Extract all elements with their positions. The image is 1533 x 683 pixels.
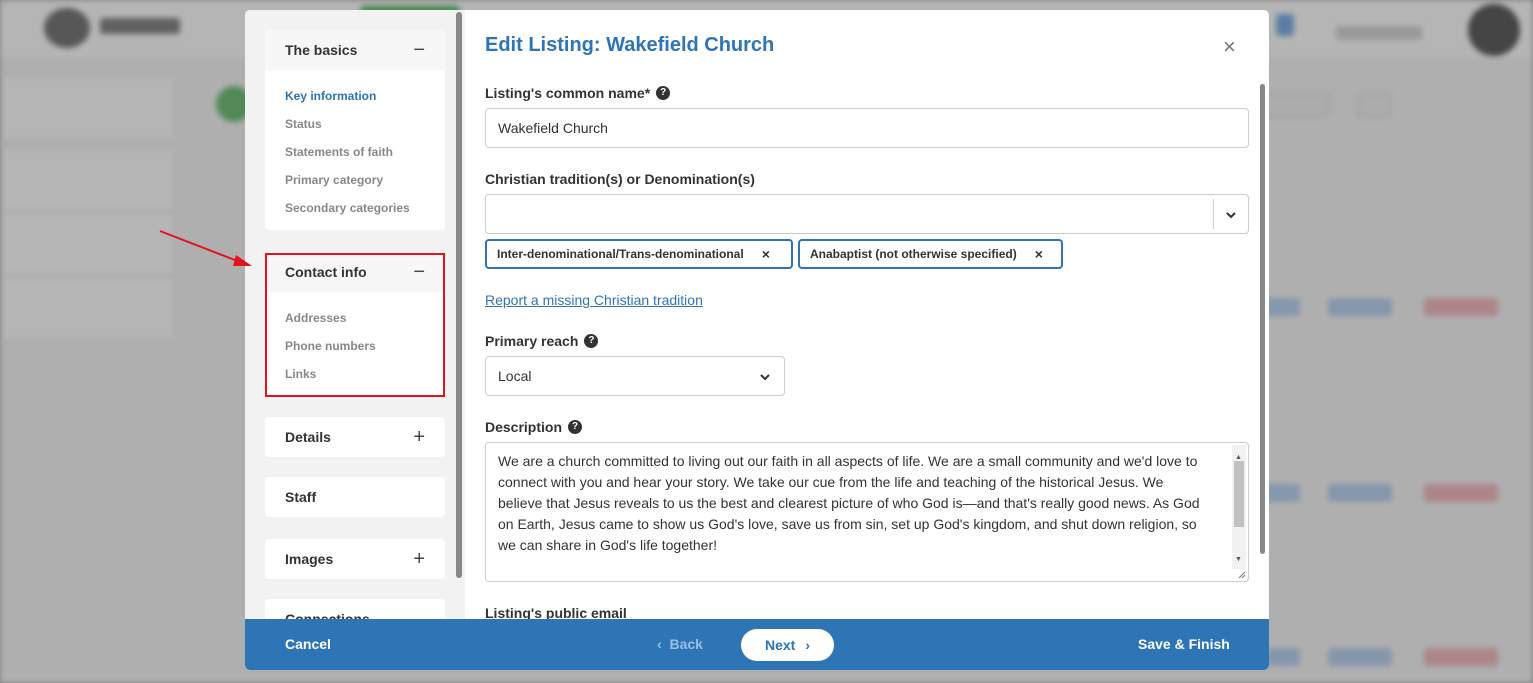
resize-handle-icon[interactable] [1236, 569, 1246, 579]
help-icon[interactable]: ? [656, 86, 671, 100]
sidebar-item-secondary-categories[interactable]: Secondary categories [285, 194, 425, 222]
sidebar-item-phone-numbers[interactable]: Phone numbers [285, 332, 425, 360]
sidebar-section-details-header[interactable]: Details + [265, 417, 445, 457]
description-label-text: Description [485, 419, 563, 435]
cancel-button[interactable]: Cancel [285, 636, 331, 652]
modal-title: Edit Listing: Wakefield Church [485, 34, 775, 56]
sidebar-item-addresses[interactable]: Addresses [285, 304, 425, 332]
sidebar-section-label: The basics [285, 42, 358, 58]
sidebar-section-images-header[interactable]: Images + [265, 539, 445, 579]
section-sidebar: The basics − Key information Status Stat… [245, 10, 465, 619]
public-email-label: Listing's public email [485, 605, 627, 619]
chevron-left-icon: ‹ [657, 636, 670, 652]
primary-reach-select[interactable]: Local [485, 356, 785, 396]
back-button-label: Back [669, 636, 703, 652]
sidebar-section-basics: The basics − Key information Status Stat… [265, 30, 445, 230]
sidebar-section-images[interactable]: Images + [265, 539, 445, 579]
form-panel: Edit Listing: Wakefield Church × Listing… [465, 10, 1269, 619]
tradition-tag-label: Inter-denominational/Trans-denominationa… [497, 247, 744, 261]
next-button[interactable]: Next › [741, 629, 834, 661]
sidebar-section-connections-header[interactable]: Connections [265, 599, 445, 619]
sidebar-section-details[interactable]: Details + [265, 417, 445, 457]
textarea-scrollbar[interactable]: ▲ ▼ [1232, 445, 1246, 569]
tradition-tag-label: Anabaptist (not otherwise specified) [810, 247, 1017, 261]
sidebar-section-connections[interactable]: Connections [265, 599, 445, 619]
sidebar-item-statements-of-faith[interactable]: Statements of faith [285, 138, 425, 166]
modal-footer: Cancel ‹ Back Next › Save & Finish [245, 619, 1269, 670]
save-and-finish-button[interactable]: Save & Finish [1138, 636, 1230, 652]
description-textarea[interactable]: We are a church committed to living out … [485, 442, 1249, 582]
primary-reach-label: Primary reach ? [485, 333, 599, 349]
sidebar-section-items: Key information Status Statements of fai… [265, 70, 445, 230]
back-button[interactable]: ‹ Back [657, 636, 703, 652]
sidebar-item-links[interactable]: Links [285, 360, 425, 388]
chevron-down-icon[interactable] [1224, 208, 1238, 222]
sidebar-section-basics-header[interactable]: The basics − [265, 30, 445, 70]
expand-icon[interactable]: + [413, 427, 425, 447]
sidebar-section-contact-info: Contact info − Addresses Phone numbers L… [265, 252, 445, 396]
sidebar-section-staff[interactable]: Staff [265, 477, 445, 517]
help-icon[interactable]: ? [568, 420, 583, 434]
edit-listing-modal: The basics − Key information Status Stat… [245, 10, 1269, 670]
sidebar-section-staff-header[interactable]: Staff [265, 477, 445, 517]
remove-tag-icon[interactable]: × [762, 246, 770, 262]
select-divider [1213, 199, 1214, 229]
primary-reach-label-text: Primary reach [485, 333, 579, 349]
primary-reach-value: Local [498, 368, 532, 384]
remove-tag-icon[interactable]: × [1035, 246, 1043, 262]
sidebar-section-label: Staff [285, 489, 317, 505]
sidebar-item-status[interactable]: Status [285, 110, 425, 138]
tradition-tag: Anabaptist (not otherwise specified) × [798, 239, 1063, 269]
description-value: We are a church committed to living out … [498, 453, 1200, 553]
collapse-icon[interactable]: − [413, 262, 425, 282]
tradition-tag: Inter-denominational/Trans-denominationa… [485, 239, 793, 269]
close-icon[interactable]: × [1223, 36, 1236, 58]
expand-icon[interactable]: + [413, 549, 425, 569]
sidebar-section-label: Details [285, 429, 331, 445]
chevron-down-icon[interactable] [758, 370, 772, 384]
sidebar-section-label: Images [285, 551, 334, 567]
common-name-input[interactable]: Wakefield Church [485, 108, 1249, 148]
next-button-label: Next [764, 637, 796, 653]
scroll-down-icon[interactable]: ▼ [1235, 549, 1242, 570]
collapse-icon[interactable]: − [413, 40, 425, 60]
common-name-label-text: Listing's common name* [485, 85, 651, 101]
common-name-value: Wakefield Church [498, 120, 608, 136]
sidebar-item-primary-category[interactable]: Primary category [285, 166, 425, 194]
description-label: Description ? [485, 419, 583, 435]
sidebar-section-contact-info-header[interactable]: Contact info − [265, 252, 445, 292]
tradition-select[interactable] [485, 194, 1249, 234]
sidebar-section-items: Addresses Phone numbers Links [265, 292, 445, 396]
sidebar-item-key-information[interactable]: Key information [285, 82, 425, 110]
chevron-right-icon: › [805, 637, 811, 653]
help-icon[interactable]: ? [584, 334, 599, 348]
sidebar-scrollbar[interactable] [456, 12, 462, 578]
textarea-scroll-thumb[interactable] [1234, 461, 1244, 527]
tradition-label: Christian tradition(s) or Denomination(s… [485, 171, 755, 187]
sidebar-section-label: Contact info [285, 264, 367, 280]
form-scrollbar[interactable] [1260, 84, 1265, 554]
report-missing-tradition-link[interactable]: Report a missing Christian tradition [485, 292, 703, 308]
sidebar-section-label: Connections [285, 611, 370, 619]
common-name-label: Listing's common name* ? [485, 85, 671, 101]
